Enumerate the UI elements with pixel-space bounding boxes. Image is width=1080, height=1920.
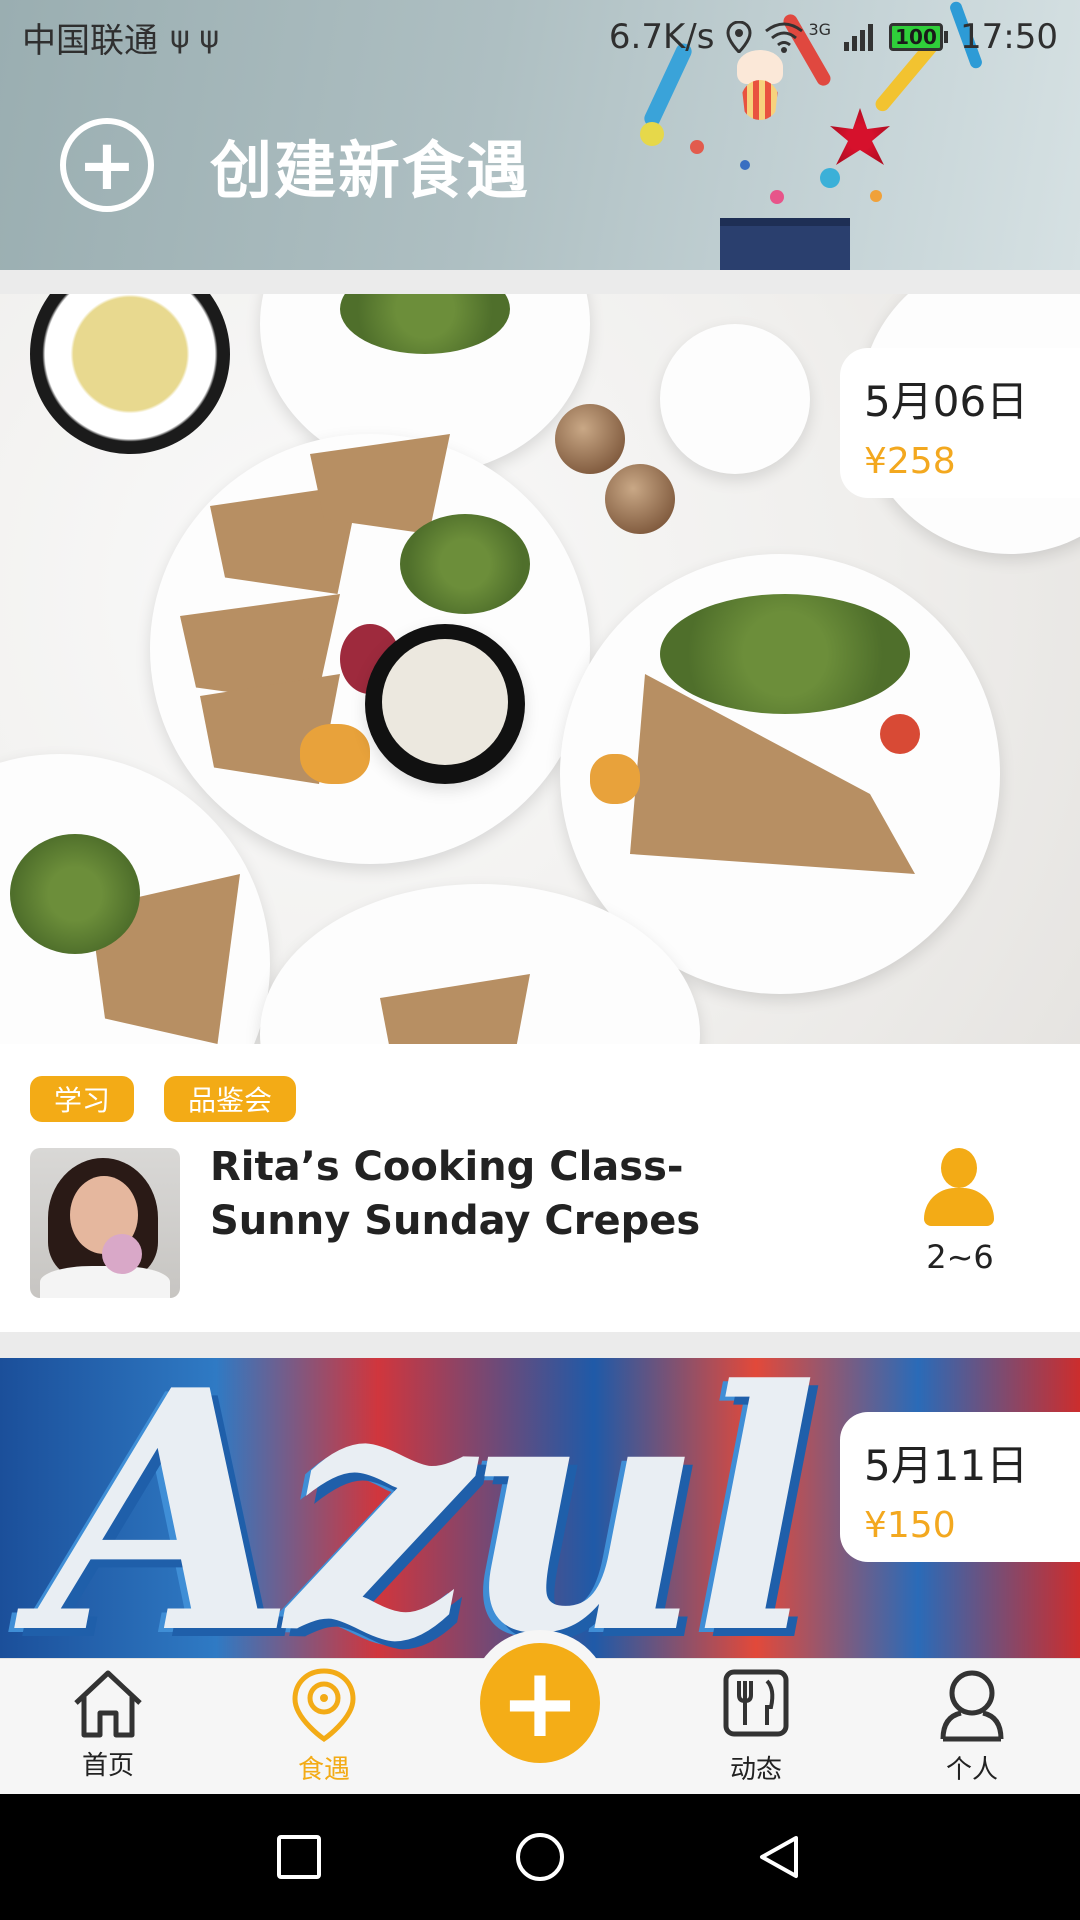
event-date-badge: 5月11日 ¥150 [840,1412,1080,1562]
back-button[interactable] [756,1834,802,1880]
confetti-dot [770,190,784,204]
profile-icon [940,1670,1004,1742]
gift-box-decoration [720,218,850,270]
host-avatar[interactable] [30,1148,180,1298]
event-card-image[interactable]: 5月06日 ¥258 [0,294,1080,1044]
nav-label-meetups: 食遇 [297,1755,350,1785]
confetti-dot [820,168,840,188]
tea-cup-image [30,294,230,454]
signal-icon [844,24,874,51]
plus-circle-icon: + [60,118,154,212]
nav-label-profile: 个人 [945,1755,998,1785]
home-icon [74,1670,142,1738]
nav-label-feed: 动态 [729,1755,782,1785]
home-button[interactable] [515,1832,565,1882]
event-date: 5月06日 [864,377,1029,426]
nav-item-feed[interactable]: 动态 [686,1667,826,1786]
net-speed: 6.7K/s [608,17,715,57]
header-banner: 中国联通 ψ ψ 6.7K/s 3G 100 17:50 + 创建新食遇 [0,0,1080,270]
create-event-button[interactable]: + 创建新食遇 [60,118,530,212]
location-pin-icon [292,1668,356,1743]
event-date-badge: 5月06日 ¥258 [840,348,1080,498]
confetti-dot [690,140,704,154]
confetti-dot [640,122,664,146]
graffiti-artwork: Azul [40,1358,819,1658]
carrier-label: 中国联通 [22,20,158,61]
event-card-info[interactable]: 学习 品鉴会 Rita’s Cooking Class-Sunny Sunday… [0,1044,1080,1332]
battery-level: 100 [889,23,944,51]
event-tag[interactable]: 学习 [30,1076,135,1122]
create-event-title: 创建新食遇 [210,134,531,207]
event-price: ¥150 [864,1505,956,1546]
gift-bow-decoration [830,108,890,165]
event-tags: 学习 品鉴会 [30,1076,297,1122]
location-icon [726,21,752,53]
add-icon: + [499,1647,581,1759]
system-nav-bar [0,1794,1080,1920]
nav-label-home: 首页 [81,1751,134,1781]
fork-knife-icon [723,1669,789,1737]
event-tag[interactable]: 品鉴会 [164,1076,297,1122]
status-bar: 中国联通 ψ ψ 6.7K/s 3G 100 17:50 [0,0,1080,74]
usb-icon: ψ ψ [170,19,220,55]
event-date: 5月11日 [864,1441,1029,1490]
person-icon [924,1148,994,1228]
nav-item-meetups[interactable]: 食遇 [254,1667,394,1786]
battery-icon: 100 [889,23,949,51]
network-type-label: 3G [808,19,832,39]
recent-apps-button[interactable] [276,1834,322,1880]
confetti-dot [870,190,882,202]
add-button[interactable]: + [480,1643,600,1763]
wifi-icon [765,22,804,53]
event-title[interactable]: Rita’s Cooking Class-Sunny Sunday Crepes [210,1140,810,1248]
clock: 17:50 [960,17,1058,57]
event-card-image[interactable]: Azul 5月11日 ¥150 [0,1358,1080,1658]
nav-item-home[interactable]: 首页 [38,1667,178,1782]
event-capacity: 2~6 [926,1238,994,1276]
event-price: ¥258 [864,441,956,482]
confetti-dot [740,160,750,170]
nav-item-profile[interactable]: 个人 [902,1667,1042,1786]
